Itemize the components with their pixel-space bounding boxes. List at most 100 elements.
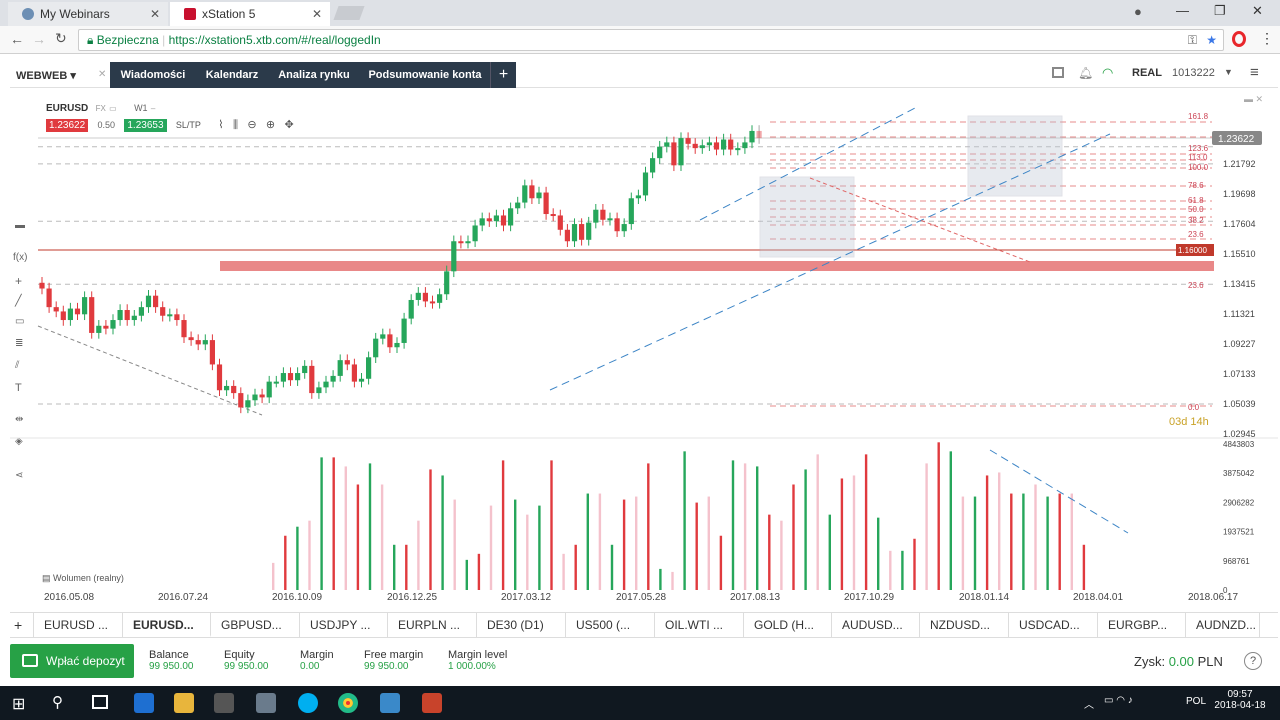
instrument-tab[interactable]: EURUSD...	[123, 613, 211, 637]
maximize-icon[interactable]: ❐	[1214, 3, 1226, 19]
add-view-button[interactable]: +	[490, 62, 516, 88]
nav-kalendarz[interactable]: Kalendarz	[196, 62, 268, 88]
volume-bar	[538, 505, 541, 590]
chrome-icon[interactable]	[338, 693, 358, 713]
deposit-button[interactable]: Wpłać depozyt	[10, 644, 134, 678]
store-icon[interactable]	[214, 693, 234, 713]
volume-bar	[901, 550, 904, 590]
instrument-tab[interactable]: US500 (...	[566, 613, 655, 637]
close-workspace-icon[interactable]: ✕	[98, 69, 106, 80]
candle-body	[273, 381, 279, 384]
browser-tab-webinars[interactable]: My Webinars ✕	[8, 2, 168, 26]
profile-icon[interactable]: ●	[1134, 4, 1142, 19]
account-menu[interactable]: WEBWEB ▾	[16, 69, 76, 82]
clock-date: 2018-04-18	[1214, 700, 1266, 711]
powerpoint-icon[interactable]	[422, 693, 442, 713]
back-icon[interactable]: ←	[10, 31, 24, 47]
windows-start-icon[interactable]: ⊞	[12, 694, 25, 714]
volume-bar	[683, 451, 686, 590]
candle-body	[586, 222, 592, 240]
candle-body	[124, 310, 130, 321]
candle-body	[82, 297, 88, 315]
nav-wiadomosci[interactable]: Wiadomości	[110, 62, 196, 88]
language-indicator[interactable]: POL	[1186, 696, 1206, 707]
fib-level-label: 38.2	[1188, 216, 1204, 225]
url-field[interactable]: 🔒︎ Bezpieczna | https://xstation5.xtb.co…	[78, 29, 1224, 51]
help-icon[interactable]: ?	[1244, 652, 1262, 670]
settings-app-icon[interactable]	[380, 693, 400, 713]
bell-icon[interactable]: 🔔︎	[1078, 66, 1093, 80]
search-icon[interactable]: ⚲	[52, 693, 63, 711]
candle-body	[742, 142, 748, 149]
instrument-tab[interactable]: EURUSD ...	[34, 613, 123, 637]
candle-body	[550, 214, 556, 217]
task-view-icon[interactable]	[92, 695, 108, 709]
candle-body	[401, 318, 407, 343]
candle-body	[508, 208, 514, 226]
instrument-tab[interactable]: EURGBP...	[1098, 613, 1186, 637]
file-explorer-icon[interactable]	[174, 693, 194, 713]
new-tab-button[interactable]	[333, 6, 365, 20]
nav-analiza-rynku[interactable]: Analiza rynku	[268, 62, 360, 88]
add-instrument-tab-button[interactable]: +	[10, 613, 34, 637]
volume-bar	[925, 463, 928, 590]
fib-level-label: 161.8	[1188, 112, 1209, 121]
candle-body	[536, 192, 542, 199]
clock[interactable]: 09:57 2018-04-18	[1214, 689, 1266, 711]
minimize-icon[interactable]: —	[1176, 3, 1189, 18]
volume-bar	[429, 469, 432, 590]
candle-body	[500, 215, 507, 226]
candle-body	[657, 146, 663, 159]
secure-label: Bezpieczna	[96, 33, 159, 47]
reload-icon[interactable]: ↻	[55, 30, 67, 47]
candle-body	[387, 334, 393, 348]
nav-podsumowanie-konta[interactable]: Podsumowanie konta	[360, 62, 490, 88]
clock-time: 09:57	[1227, 689, 1253, 700]
volume-bar	[441, 475, 444, 590]
volume-bar	[864, 454, 868, 590]
support-zone	[220, 261, 1214, 271]
volume-bar	[501, 460, 505, 590]
instrument-tab[interactable]: AUDNZD...	[1186, 613, 1260, 637]
tray-icons[interactable]: ▭ ◠ ♪	[1104, 695, 1133, 706]
candle-body	[522, 185, 528, 203]
price-chart[interactable]: 1.21792 1.19698 1.17604 1.15510 1.13415 1.113…	[10, 90, 1278, 606]
current-price-text: 1.23622	[1218, 134, 1255, 145]
volume-bar	[973, 496, 977, 590]
hamburger-menu-icon[interactable]: ≡	[1250, 64, 1259, 81]
key-icon[interactable]: ⚿	[1188, 30, 1197, 50]
browser-tab-xstation[interactable]: xStation 5 ✕	[170, 2, 330, 26]
volume-bar	[550, 460, 553, 590]
account-mode: REAL	[1132, 67, 1162, 79]
candle-body	[96, 325, 102, 333]
bookmark-star-icon[interactable]: ★	[1206, 30, 1217, 50]
instrument-tab[interactable]: USDCAD...	[1009, 613, 1098, 637]
snipping-tool-icon[interactable]	[256, 693, 276, 713]
instrument-tab[interactable]: GOLD (H...	[744, 613, 832, 637]
tray-chevron-icon[interactable]: ︿	[1084, 696, 1094, 711]
instrument-tab[interactable]: OIL.WTI ...	[655, 613, 744, 637]
volume-bar	[756, 466, 759, 590]
instrument-tab[interactable]: DE30 (D1)	[477, 613, 566, 637]
candle-body	[529, 185, 535, 199]
browser-menu-icon[interactable]: ⋮	[1260, 30, 1274, 47]
instrument-tab[interactable]: NZDUSD...	[920, 613, 1009, 637]
instrument-tab[interactable]: AUDUSD...	[832, 613, 920, 637]
edge-icon[interactable]	[134, 693, 154, 713]
account-number[interactable]: 1013222	[1172, 67, 1215, 79]
skype-icon[interactable]	[298, 693, 318, 713]
candle-body	[486, 218, 492, 222]
instrument-tab[interactable]: USDJPY ...	[300, 613, 388, 637]
opera-icon[interactable]	[1232, 31, 1246, 47]
app-header: WEBWEB ▾ ✕ Wiadomości Kalendarz Analiza …	[10, 62, 1278, 88]
volume-bar	[949, 451, 952, 590]
window-close-icon[interactable]: ✕	[1252, 3, 1263, 19]
close-tab-icon[interactable]: ✕	[312, 2, 322, 26]
candle-body	[458, 241, 464, 244]
chevron-down-icon[interactable]: ▼	[1224, 67, 1233, 77]
layout-icon[interactable]	[1052, 67, 1064, 78]
forward-icon[interactable]: →	[32, 31, 46, 47]
instrument-tab[interactable]: GBPUSD...	[211, 613, 300, 637]
close-tab-icon[interactable]: ✕	[150, 2, 160, 26]
instrument-tab[interactable]: EURPLN ...	[388, 613, 477, 637]
